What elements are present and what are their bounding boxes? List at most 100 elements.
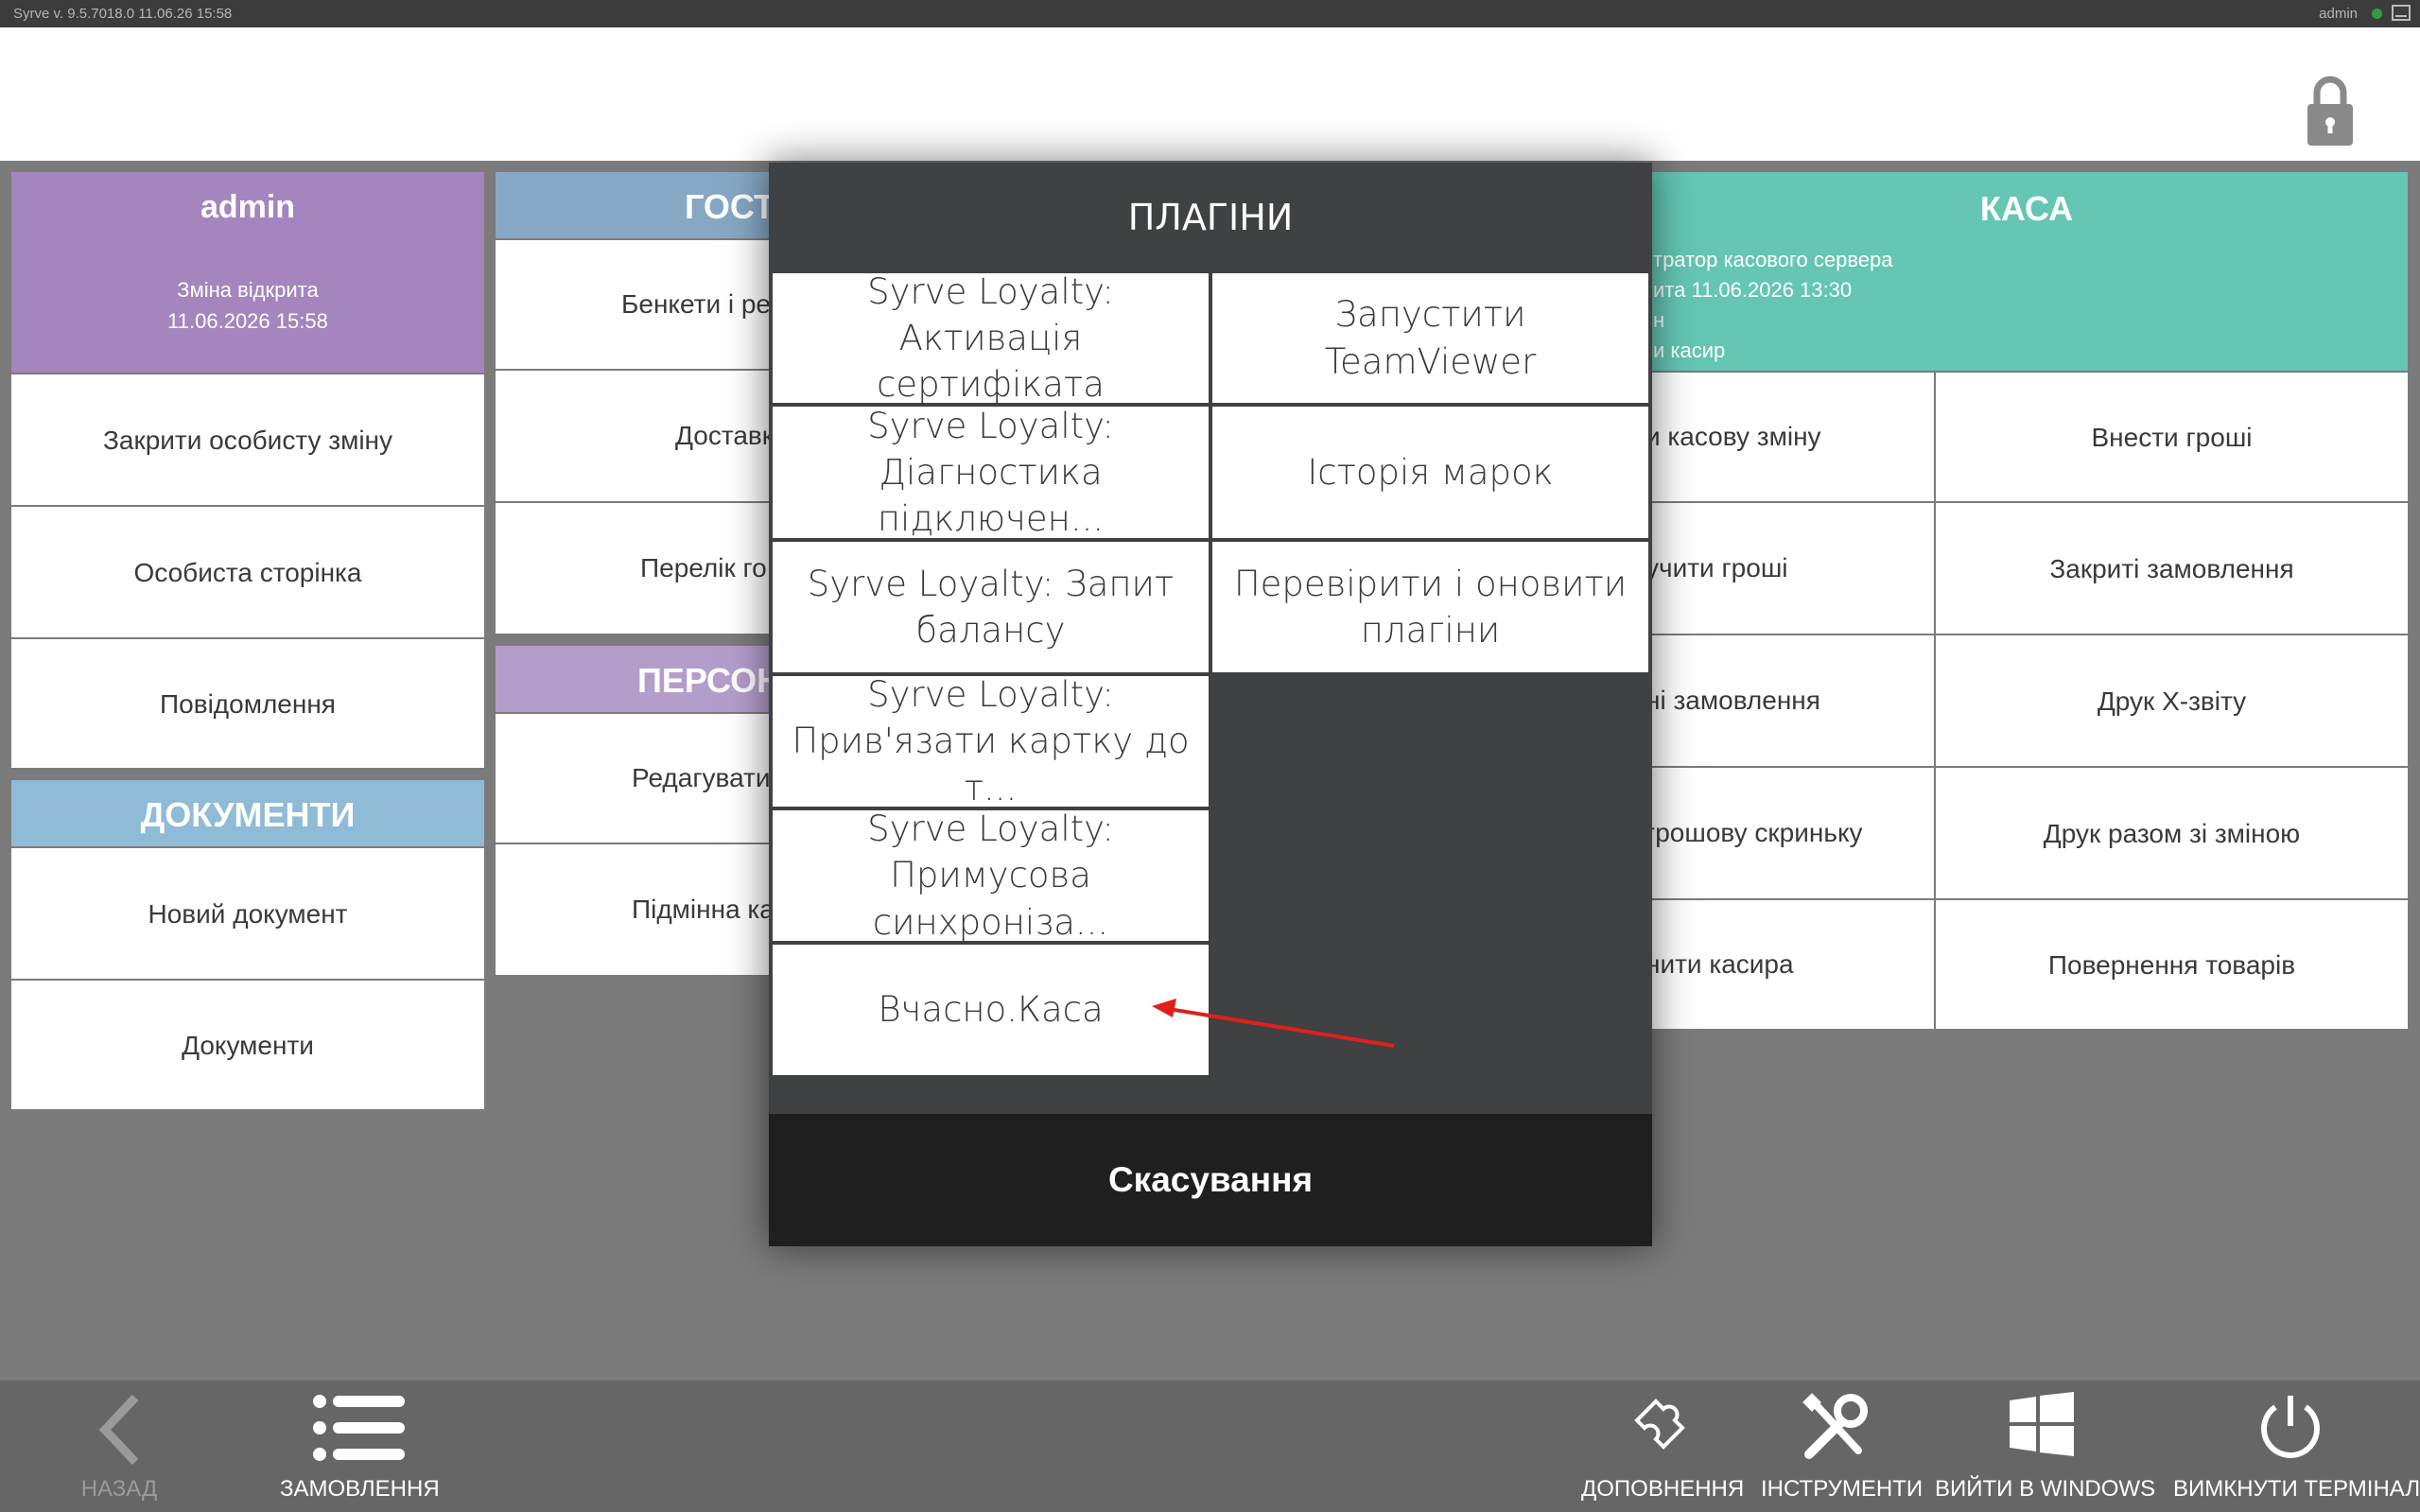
button-line: плагіни bbox=[1360, 610, 1501, 651]
plugin-connection-diagnostics-button[interactable]: Syrve Loyalty: Діагностика підключен... bbox=[773, 406, 1209, 539]
plugin-teamviewer-button[interactable]: Запустити TeamViewer bbox=[1212, 273, 1648, 403]
cancel-button[interactable]: Скасування bbox=[769, 1114, 1652, 1246]
documents-title: ДОКУМЕНТИ bbox=[140, 795, 356, 834]
plugin-check-update-button[interactable]: Перевірити і оновити плагіни bbox=[1212, 542, 1648, 672]
cash-info-line: ита 11.06.2026 13:30 bbox=[1653, 278, 1853, 302]
button-line: Вчасно.Каса bbox=[878, 989, 1104, 1031]
personal-page-button[interactable]: Особиста сторінка bbox=[11, 507, 484, 637]
delivery-button[interactable]: Доставк bbox=[496, 371, 779, 501]
button-line: сертифіката bbox=[877, 364, 1105, 406]
plugin-balance-request-button[interactable]: Syrve Loyalty: Запит балансу bbox=[773, 542, 1209, 672]
print-with-shift-button[interactable]: Друк разом зі зміною bbox=[1936, 768, 2408, 898]
dialog-title: ПЛАГІНИ bbox=[1127, 197, 1294, 238]
connection-status-icon bbox=[2372, 9, 2382, 19]
button-line: Syrve Loyalty: bbox=[867, 405, 1114, 446]
cancel-label: Скасування bbox=[1107, 1160, 1314, 1199]
list-icon bbox=[313, 1395, 405, 1461]
button-line: балансу bbox=[915, 610, 1066, 651]
staff-panel-header: ПЕРСОН bbox=[496, 646, 782, 712]
back-label: НАЗАД bbox=[80, 1476, 158, 1502]
substitute-card-button[interactable]: Підмінна ка bbox=[496, 844, 779, 975]
plugin-force-sync-button[interactable]: Syrve Loyalty: Примусова синхроніза... bbox=[773, 808, 1209, 943]
edit-staff-label: Редагувати bbox=[632, 763, 771, 792]
status-user-label: admin bbox=[2319, 6, 2358, 22]
back-button[interactable]: НАЗАД bbox=[66, 1381, 172, 1512]
shutdown-button[interactable]: ВИМКНУТИ ТЕРМІНАЛ bbox=[2173, 1381, 2420, 1512]
open-orders-label: ні замовлення bbox=[1645, 686, 1820, 715]
cash-info-line: н bbox=[1653, 308, 1665, 332]
guests-panel-header: ГОСТ bbox=[496, 172, 779, 238]
windows-icon bbox=[2010, 1392, 2074, 1456]
power-icon bbox=[2261, 1396, 2320, 1458]
button-line: Syrve Loyalty: bbox=[867, 674, 1114, 716]
addons-label: ДОПОВНЕННЯ bbox=[1581, 1476, 1745, 1502]
button-line: Прив'язати картку до т... bbox=[792, 721, 1190, 808]
header-bar bbox=[0, 27, 2420, 161]
button-line: Перевірити і оновити bbox=[1233, 563, 1628, 604]
button-line: Історія марок bbox=[1307, 451, 1554, 493]
guest-list-label: Перелік го bbox=[640, 553, 767, 582]
lock-icon[interactable] bbox=[2307, 70, 2353, 146]
closed-orders-button[interactable]: Закриті замовлення bbox=[1936, 503, 2408, 634]
withdraw-money-button[interactable]: учити гроші bbox=[1645, 503, 1934, 634]
withdraw-money-label: учити гроші bbox=[1645, 553, 1788, 582]
cash-title: КАСА bbox=[1979, 189, 2074, 228]
button-line: Запустити TeamViewer bbox=[1324, 294, 1537, 382]
puzzle-icon bbox=[1634, 1399, 1685, 1450]
user-panel-header: admin Зміна відкрита 11.06.2026 15:58 bbox=[11, 172, 484, 373]
cash-info-line: и касир bbox=[1653, 339, 1726, 362]
documents-panel-header: ДОКУМЕНТИ bbox=[11, 780, 484, 846]
substitute-card-label: Підмінна ка bbox=[632, 895, 775, 924]
banquets-button[interactable]: Бенкети і ре bbox=[496, 240, 779, 369]
shift-datetime: 11.06.2026 15:58 bbox=[167, 309, 328, 333]
messages-button[interactable]: Повідомлення bbox=[11, 639, 484, 768]
staff-title: ПЕРСОН bbox=[637, 661, 782, 700]
plugin-link-card-button[interactable]: Syrve Loyalty: Прив'язати картку до т... bbox=[773, 674, 1209, 808]
version-label: Syrve v. 9.5.7018.0 11.06.26 15:58 bbox=[13, 6, 233, 22]
orders-label: ЗАМОВЛЕННЯ bbox=[280, 1476, 440, 1502]
new-document-button[interactable]: Новий документ bbox=[11, 848, 484, 979]
bottom-toolbar: НАЗАД ЗАМОВЛЕННЯ ДОПОВНЕННЯ ІНСТРУМЕНТИ bbox=[0, 1381, 2420, 1512]
tools-button[interactable]: ІНСТРУМЕНТИ bbox=[1761, 1381, 1924, 1512]
shutdown-label: ВИМКНУТИ ТЕРМІНАЛ bbox=[2173, 1476, 2420, 1502]
button-line: Syrve Loyalty: Активація bbox=[867, 270, 1114, 358]
shift-status: Зміна відкрита bbox=[177, 278, 319, 302]
delivery-label: Доставк bbox=[675, 421, 775, 450]
chevron-left-icon bbox=[98, 1394, 139, 1466]
cash-drawer-button[interactable]: грошову скриньку bbox=[1645, 768, 1934, 898]
minimize-window-icon[interactable] bbox=[2392, 5, 2411, 21]
status-bar: Syrve v. 9.5.7018.0 11.06.26 15:58 admin bbox=[0, 0, 2420, 27]
cash-shift-button[interactable]: и касову зміну bbox=[1645, 373, 1934, 501]
banquets-label: Бенкети і ре bbox=[621, 289, 772, 319]
cash-drawer-label: грошову скриньку bbox=[1645, 818, 1863, 847]
addons-button[interactable]: ДОПОВНЕННЯ bbox=[1581, 1381, 1745, 1512]
cash-shift-label: и касову зміну bbox=[1645, 422, 1821, 451]
tools-icon bbox=[1802, 1393, 1868, 1459]
plugins-dialog: ПЛАГІНИ Syrve Loyalty: Активація сертифік… bbox=[769, 163, 1652, 1246]
cash-panel-header: КАСА тратор касового сервера ита 11.06.2… bbox=[1645, 172, 2408, 371]
open-orders-button[interactable]: ні замовлення bbox=[1645, 635, 1934, 766]
change-cashier-button[interactable]: нити касира bbox=[1645, 900, 1934, 1029]
guest-list-button[interactable]: Перелік го bbox=[496, 503, 779, 634]
documents-button[interactable]: Документи bbox=[11, 981, 484, 1109]
annotation-arrow-icon bbox=[1152, 999, 1395, 1048]
exit-windows-label: ВИЙТИ В WINDOWS bbox=[1935, 1476, 2156, 1502]
print-x-report-button[interactable]: Друк Х-звіту bbox=[1936, 635, 2408, 766]
button-line: Syrve Loyalty: Запит bbox=[807, 563, 1175, 604]
edit-staff-button[interactable]: Редагувати bbox=[496, 714, 779, 843]
guests-title: ГОСТ bbox=[685, 187, 775, 226]
button-line: Syrve Loyalty: bbox=[867, 808, 1114, 850]
deposit-money-button[interactable]: Внести гроші bbox=[1936, 373, 2408, 501]
button-line: Примусова синхроніза... bbox=[872, 855, 1109, 943]
orders-button[interactable]: ЗАМОВЛЕННЯ bbox=[280, 1381, 440, 1512]
exit-windows-button[interactable]: ВИЙТИ В WINDOWS bbox=[1935, 1381, 2156, 1512]
goods-return-button[interactable]: Повернення товарів bbox=[1936, 900, 2408, 1029]
change-cashier-label: нити касира bbox=[1645, 949, 1794, 979]
cash-info-line: тратор касового сервера bbox=[1653, 248, 1893, 271]
user-name: admin bbox=[200, 189, 296, 225]
tools-label: ІНСТРУМЕНТИ bbox=[1761, 1476, 1924, 1502]
button-line: Діагностика підключен... bbox=[877, 451, 1105, 540]
plugin-marks-history-button[interactable]: Історія марок bbox=[1212, 407, 1648, 538]
plugin-activate-certificate-button[interactable]: Syrve Loyalty: Активація сертифіката bbox=[773, 271, 1209, 405]
close-personal-shift-button[interactable]: Закрити особисту зміну bbox=[11, 374, 484, 505]
